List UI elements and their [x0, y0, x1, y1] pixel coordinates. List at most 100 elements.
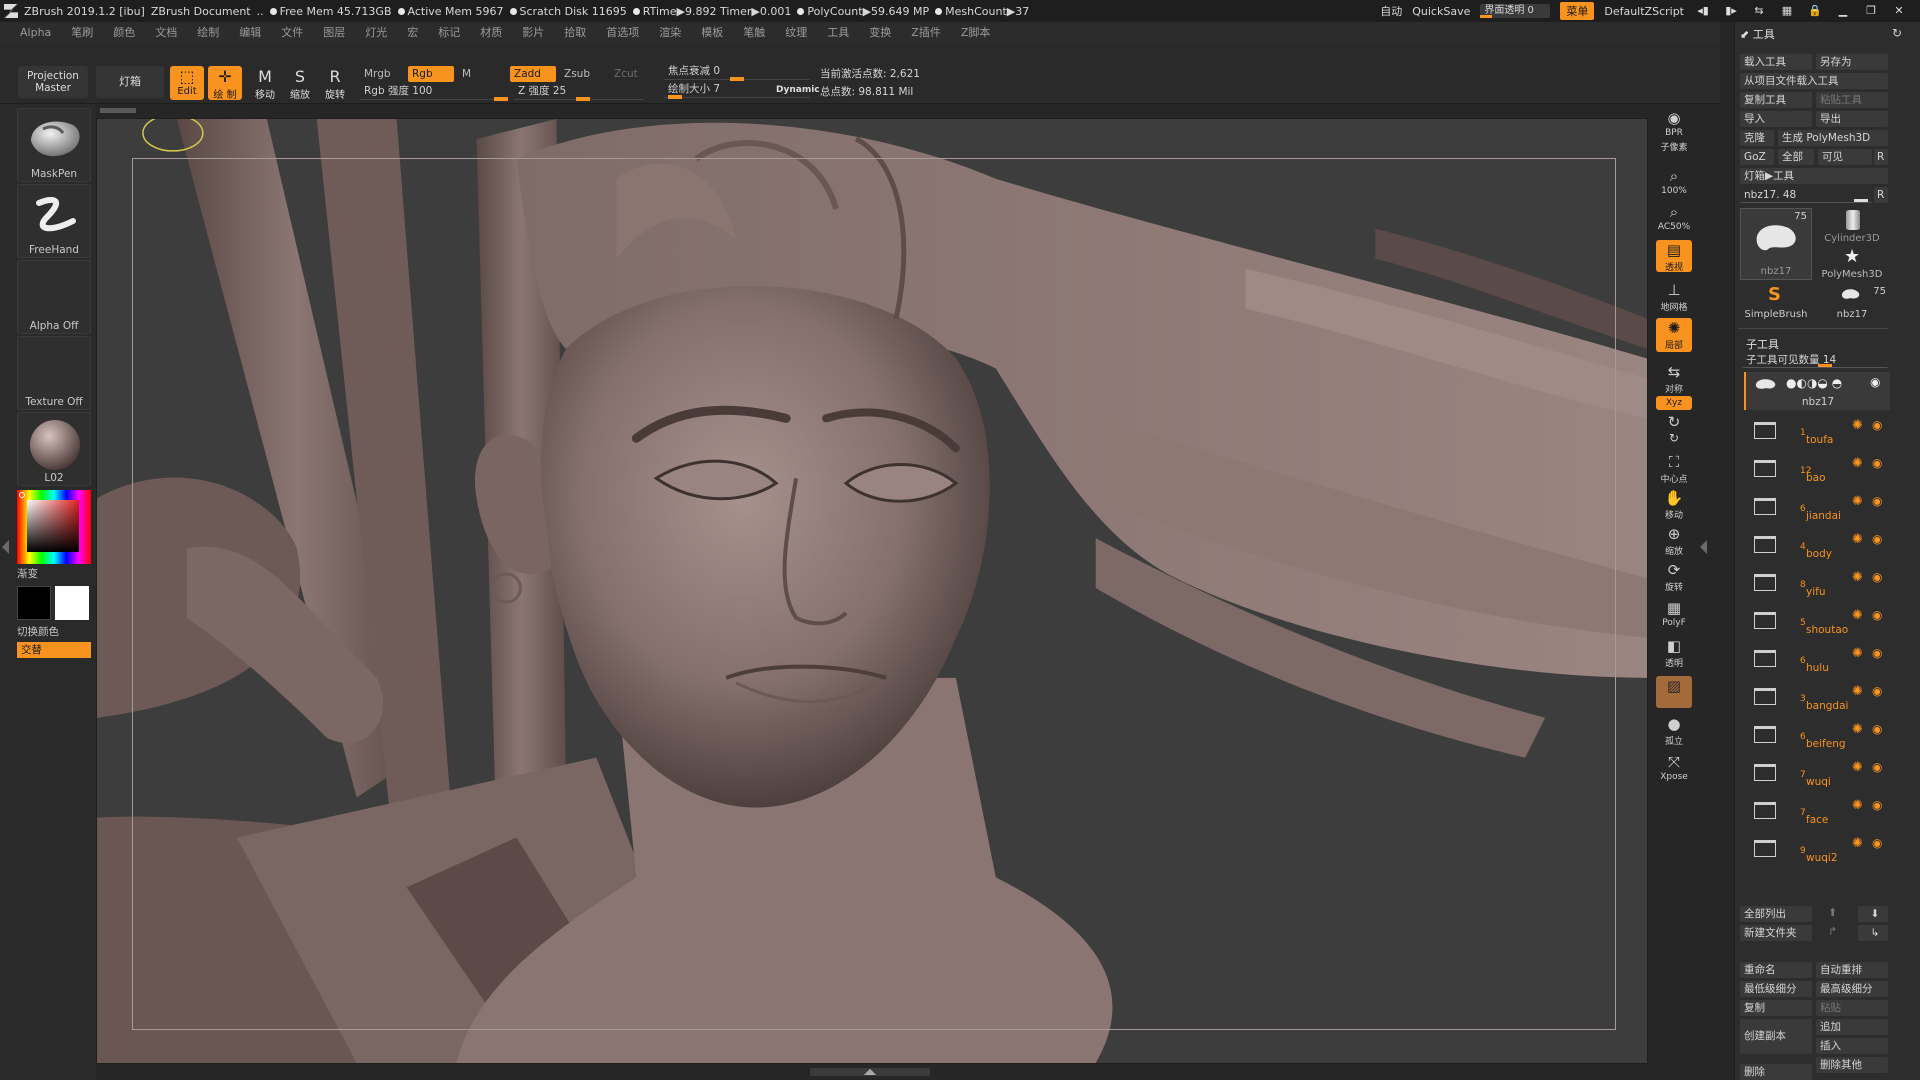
- eye-icon[interactable]: ◉: [1872, 532, 1882, 546]
- main-color-swatch[interactable]: [17, 586, 51, 620]
- bpr-render-button[interactable]: ◉ BPR: [1656, 108, 1692, 140]
- gear-icon[interactable]: ✺: [1852, 722, 1863, 737]
- delete-other-button[interactable]: 删除其他: [1816, 1057, 1888, 1073]
- subpixel-button[interactable]: 子像素: [1656, 140, 1692, 158]
- all-button[interactable]: 全部: [1778, 149, 1814, 165]
- delete-button[interactable]: 删除: [1740, 1064, 1812, 1080]
- canvas-viewport[interactable]: [96, 118, 1648, 1064]
- append-button[interactable]: 追加: [1816, 1019, 1888, 1035]
- viewport-scroll-tab[interactable]: [100, 108, 136, 113]
- goz-button[interactable]: GoZ: [1740, 149, 1774, 165]
- rgb-intensity-slider[interactable]: Rgb 强度 100: [360, 84, 508, 101]
- lock-icon[interactable]: 🔒: [1806, 4, 1824, 18]
- subtool-row[interactable]: 4 body ✺ ◉: [1744, 528, 1894, 564]
- subtool-row[interactable]: 1 toufa ✺ ◉: [1744, 414, 1894, 450]
- list-all-button[interactable]: 全部列出: [1740, 906, 1812, 922]
- restore-icon[interactable]: ❐: [1862, 4, 1880, 18]
- subtool-row[interactable]: 12 bao ✺ ◉: [1744, 452, 1894, 488]
- eye-icon[interactable]: ◉: [1872, 646, 1882, 660]
- menu-item[interactable]: 变换: [869, 24, 891, 40]
- subtool-title[interactable]: 子工具: [1746, 336, 1779, 352]
- gear-icon[interactable]: ✺: [1852, 646, 1863, 661]
- tool-thumb-cylinder[interactable]: Cylinder3D: [1816, 208, 1888, 244]
- menu-item[interactable]: 模板: [701, 24, 723, 40]
- tool-thumb-active[interactable]: 75 nbz17: [1740, 208, 1812, 280]
- subtool-row[interactable]: 9 wuqi2 ✺ ◉: [1744, 832, 1894, 868]
- goz-r-button[interactable]: R: [1874, 149, 1888, 165]
- xpose-button[interactable]: ⤧ Xpose: [1656, 752, 1692, 784]
- menu-item[interactable]: 编辑: [239, 24, 261, 40]
- paste-button[interactable]: 粘贴: [1816, 1000, 1888, 1016]
- menu-item[interactable]: 绘制: [197, 24, 219, 40]
- gear-icon[interactable]: ✺: [1852, 532, 1863, 547]
- perspective-button[interactable]: ▤ 透视: [1656, 240, 1692, 273]
- transparency-button[interactable]: ◧ 透明: [1656, 636, 1692, 669]
- right-shelf-collapse-arrow-icon[interactable]: [1700, 540, 1707, 554]
- current-tool-r-button[interactable]: R: [1874, 187, 1888, 203]
- tool-thumb-simplebrush[interactable]: S SimpleBrush: [1740, 284, 1812, 320]
- subtool-row[interactable]: 5 shoutao ✺ ◉: [1744, 604, 1894, 640]
- layout-left-icon[interactable]: ◂▮: [1694, 4, 1712, 18]
- eye-icon[interactable]: ◉: [1872, 494, 1882, 508]
- menu-item[interactable]: 颜色: [113, 24, 135, 40]
- clone-button[interactable]: 克隆: [1740, 130, 1774, 146]
- menu-button[interactable]: 菜单: [1560, 2, 1595, 20]
- panel-refresh-icon[interactable]: ↻: [1892, 26, 1902, 40]
- import-button[interactable]: 导入: [1740, 111, 1812, 127]
- menu-item[interactable]: Z插件: [911, 24, 941, 40]
- subtool-row[interactable]: 6 jiandai ✺ ◉: [1744, 490, 1894, 526]
- move-down-arrow-icon[interactable]: ⬇: [1858, 906, 1888, 922]
- subtool-row[interactable]: 7 wuqi ✺ ◉: [1744, 756, 1894, 792]
- texture-slot[interactable]: Texture Off: [17, 336, 91, 410]
- menu-item[interactable]: 笔刷: [71, 24, 93, 40]
- subtool-row[interactable]: 6 hulu ✺ ◉: [1744, 642, 1894, 678]
- quicksave-button[interactable]: QuickSave: [1412, 5, 1470, 18]
- close-icon[interactable]: ✕: [1890, 4, 1908, 18]
- tool-thumb-nbz17[interactable]: 75 nbz17: [1816, 284, 1888, 320]
- menu-item[interactable]: 影片: [522, 24, 544, 40]
- zsub-toggle[interactable]: Zsub: [560, 66, 604, 82]
- eye-icon[interactable]: ◉: [1872, 836, 1882, 850]
- menu-item[interactable]: 标记: [438, 24, 460, 40]
- menu-item[interactable]: 拾取: [564, 24, 586, 40]
- zcut-toggle[interactable]: Zcut: [610, 66, 654, 82]
- subtool-row[interactable]: 3 bangdai ✺ ◉: [1744, 680, 1894, 716]
- rotate-mode-button[interactable]: R 旋转: [318, 66, 352, 101]
- brush-slot-maskpen[interactable]: MaskPen: [17, 108, 91, 182]
- move-in-icon[interactable]: ↳: [1858, 925, 1888, 941]
- xyz-toggle[interactable]: Xyz: [1656, 396, 1692, 410]
- gear-icon[interactable]: ✺: [1852, 570, 1863, 585]
- paste-tool-button[interactable]: 粘贴工具: [1816, 92, 1888, 108]
- alpha-slot[interactable]: Alpha Off: [17, 260, 91, 334]
- zadd-toggle[interactable]: Zadd: [510, 66, 556, 82]
- subtool-eye-icon[interactable]: ◉: [1870, 375, 1880, 389]
- default-script[interactable]: DefaultZScript: [1604, 5, 1684, 18]
- gear-icon[interactable]: ✺: [1852, 760, 1863, 775]
- zoom-100-button[interactable]: ⌕ 100%: [1656, 166, 1692, 198]
- menu-item[interactable]: 渲染: [659, 24, 681, 40]
- menu-item[interactable]: 文件: [281, 24, 303, 40]
- menu-item[interactable]: 材质: [480, 24, 502, 40]
- frame-center-button[interactable]: ⛶ 中心点: [1656, 452, 1692, 485]
- color-picker[interactable]: [17, 490, 91, 564]
- load-tool-button[interactable]: 载入工具: [1740, 54, 1812, 70]
- current-tool-slider[interactable]: nbz17. 48: [1740, 187, 1872, 203]
- gear-icon[interactable]: ✺: [1852, 836, 1863, 851]
- z-intensity-slider[interactable]: Z 强度 25: [514, 84, 644, 101]
- menu-item[interactable]: 首选项: [606, 24, 639, 40]
- gear-icon[interactable]: ✺: [1852, 418, 1863, 433]
- move-view-button[interactable]: ✋ 移动: [1656, 488, 1692, 521]
- load-from-project-button[interactable]: 从项目文件载入工具: [1740, 73, 1888, 89]
- menu-item[interactable]: Z脚本: [961, 24, 991, 40]
- visible-count-slider[interactable]: 子工具可见数量 14: [1742, 352, 1888, 368]
- lowest-subdiv-button[interactable]: 最低级细分: [1740, 981, 1812, 997]
- draw-mode-button[interactable]: ✛ 绘 制: [208, 66, 242, 101]
- subtool-display-icons[interactable]: ●◐◑◒ ◓: [1786, 376, 1842, 390]
- menu-item[interactable]: Alpha: [20, 26, 51, 39]
- eye-icon[interactable]: ◉: [1872, 608, 1882, 622]
- stroke-slot-freehand[interactable]: FreeHand: [17, 184, 91, 258]
- polyframe-button[interactable]: ▦ PolyF: [1656, 598, 1692, 630]
- left-shelf-collapse-arrow-icon[interactable]: [2, 540, 9, 554]
- eye-icon[interactable]: ◉: [1872, 722, 1882, 736]
- minimize-icon[interactable]: ▁: [1834, 4, 1852, 18]
